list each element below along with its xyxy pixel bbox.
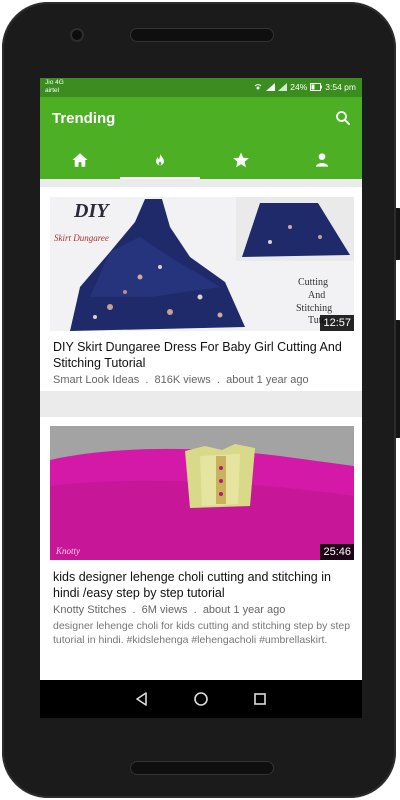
top-speaker — [130, 28, 274, 42]
view-count: 816K views — [154, 374, 211, 386]
video-card[interactable]: DIY Skirt Dungaree Cutting And Stitching… — [40, 187, 362, 391]
front-camera — [70, 28, 84, 42]
video-title[interactable]: kids designer lehenge choli cutting and … — [53, 569, 353, 601]
phone-frame: Jio 4G airtel 24% 3:54 pm Trending DIY S… — [2, 2, 400, 798]
person-icon — [316, 153, 328, 167]
thumb-text-cutting: Cutting — [298, 277, 328, 288]
upload-age: about 1 year ago — [202, 604, 286, 616]
carrier-info: Jio 4G airtel — [45, 79, 64, 95]
signal-icon — [266, 83, 276, 91]
meta-separator: . — [142, 374, 155, 386]
tab-favorites[interactable] — [201, 141, 281, 179]
hotspot-icon — [254, 84, 262, 90]
volume-button — [396, 320, 400, 438]
thumb-text-and: And — [308, 290, 325, 301]
screen: Jio 4G airtel 24% 3:54 pm Trending DIY S… — [40, 78, 362, 718]
video-meta: Smart Look Ideas . 816K views . about 1 … — [53, 374, 353, 386]
channel-name[interactable]: Smart Look Ideas — [53, 374, 139, 386]
thumb-watermark: Knotty — [55, 546, 80, 556]
app-bar: Trending — [40, 97, 362, 179]
back-icon[interactable] — [132, 689, 152, 709]
home-icon — [72, 153, 88, 167]
status-bar: Jio 4G airtel 24% 3:54 pm — [40, 78, 362, 97]
battery-icon — [310, 83, 323, 91]
video-title[interactable]: DIY Skirt Dungaree Dress For Baby Girl C… — [53, 339, 353, 371]
channel-name[interactable]: Knotty Stitches — [53, 604, 126, 616]
thumb-text-stitching: Stitching — [296, 303, 332, 314]
star-icon — [233, 152, 249, 168]
tab-trending[interactable] — [120, 141, 200, 179]
recents-icon[interactable] — [250, 689, 270, 709]
video-thumbnail[interactable]: DIY Skirt Dungaree Cutting And Stitching… — [50, 197, 354, 331]
search-icon[interactable] — [334, 109, 352, 127]
battery-percent: 24% — [290, 82, 308, 92]
fire-icon — [156, 153, 164, 166]
clock: 3:54 pm — [325, 82, 356, 92]
thumb-text-diy: DIY — [73, 200, 110, 222]
tab-bar — [40, 141, 362, 179]
meta-separator: . — [190, 604, 203, 616]
video-feed[interactable]: DIY Skirt Dungaree Cutting And Stitching… — [40, 179, 362, 680]
video-description: designer lehenge choli for kids cutting … — [53, 620, 351, 646]
home-nav-icon[interactable] — [191, 689, 211, 709]
bottom-speaker — [130, 761, 274, 775]
signal-icon-2 — [278, 83, 288, 91]
video-meta: Knotty Stitches . 6M views . about 1 yea… — [53, 604, 353, 616]
upload-age: about 1 year ago — [226, 374, 309, 386]
tab-account[interactable] — [282, 141, 362, 179]
system-nav-bar — [40, 680, 362, 718]
video-card[interactable]: Knotty 25:46 kids designer lehenge choli… — [40, 417, 362, 680]
video-thumbnail[interactable]: Knotty 25:46 — [50, 426, 354, 560]
thumbnail-image: Knotty — [50, 426, 354, 560]
tab-home[interactable] — [40, 141, 120, 179]
carrier-top: Jio 4G — [45, 79, 64, 86]
meta-separator: . — [129, 604, 142, 616]
meta-separator: . — [213, 374, 227, 386]
video-duration: 25:46 — [320, 544, 354, 560]
status-icons: 24% 3:54 pm — [253, 82, 356, 92]
video-duration: 12:57 — [320, 315, 354, 331]
thumbnail-image: DIY Skirt Dungaree Cutting And Stitching… — [50, 197, 354, 331]
power-button — [396, 208, 400, 260]
carrier-bottom: airtel — [45, 87, 60, 94]
view-count: 6M views — [141, 604, 188, 616]
thumb-text-subtitle: Skirt Dungaree — [54, 233, 109, 243]
page-title: Trending — [52, 110, 116, 127]
